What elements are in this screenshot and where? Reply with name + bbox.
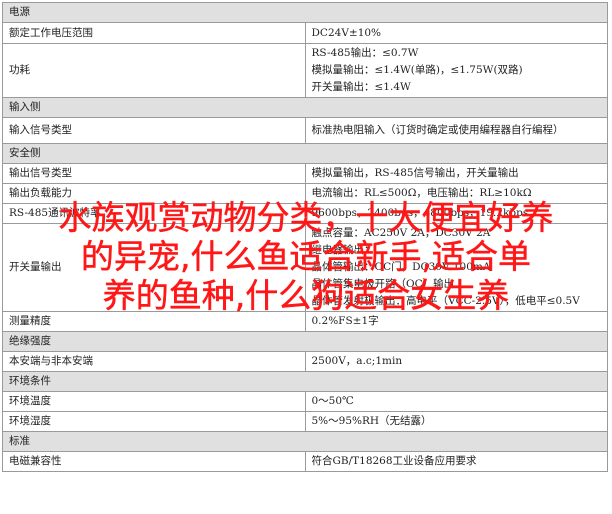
spec-label: 本安端与非本安端: [2, 351, 306, 372]
section-header: 电源: [2, 2, 608, 23]
section-title: 标准: [2, 431, 608, 452]
spec-value: 2500V，a.c;1min: [304, 351, 608, 372]
spec-label: 开关量输出: [2, 223, 306, 312]
section-title: 安全侧: [2, 143, 608, 164]
section-header: 标准: [2, 431, 608, 452]
spec-value-line: RS-485输出：≤0.7W: [311, 47, 419, 59]
spec-label: 功耗: [2, 43, 306, 98]
spec-label: 输入信号类型: [2, 117, 306, 144]
spec-row: 输入信号类型 标准热电阻输入（订货时确定或使用编程器自行编程）: [2, 117, 608, 144]
spec-label: RS-485通讯波特率: [2, 203, 306, 224]
spec-label: 环境湿度: [2, 411, 306, 432]
section-header: 输入侧: [2, 97, 608, 118]
spec-value-line: 晶体管发射极输出：高电平（VCC-2.5V），低电平≤0.5V: [311, 295, 580, 307]
spec-row: 功耗 RS-485输出：≤0.7W 模拟量输出：≤1.4W(单路)，≤1.75W(双…: [2, 43, 608, 98]
spec-value-line: 继电器输出：: [311, 244, 375, 256]
spec-value: DC24V±10%: [304, 22, 608, 44]
spec-value: 电流输出：RL≤500Ω，电压输出：RL≥10kΩ: [304, 183, 608, 204]
spec-row: 开关量输出 触点容量：AC250V 2A，DC30V 2A 继电器输出： 晶体管输出：…: [2, 223, 608, 312]
spec-value: 模拟量输出，RS-485信号输出，开关量输出: [304, 163, 608, 184]
spec-row: RS-485通讯波特率 9600bps，2400bps，4800bps，19.2k…: [2, 203, 608, 224]
spec-value-line: 触点容量：AC250V 2A，DC30V 2A: [311, 227, 491, 239]
spec-value: 9600bps，2400bps，4800bps，19.2kbps: [304, 203, 608, 224]
spec-row: 环境温度 0～50℃: [2, 391, 608, 412]
spec-value-line: 晶体管输出：OC门，DC30V 100mA: [311, 261, 491, 273]
spec-label: 输出信号类型: [2, 163, 306, 184]
spec-value: 触点容量：AC250V 2A，DC30V 2A 继电器输出： 晶体管输出：OC门，D…: [304, 223, 608, 312]
section-title: 环境条件: [2, 371, 608, 392]
spec-value: 0～50℃: [304, 391, 608, 412]
section-title: 输入侧: [2, 97, 608, 118]
section-title: 绝缘强度: [2, 331, 608, 352]
section-header: 绝缘强度: [2, 331, 608, 352]
spec-row: 电磁兼容性 符合GB/T18268工业设备应用要求: [2, 451, 608, 472]
spec-value-line: 晶体管集电极开路（OC）输出: [311, 278, 455, 290]
spec-row: 环境湿度 5%～95%RH（无结露）: [2, 411, 608, 432]
spec-row: 测量精度 0.2%FS±1字: [2, 311, 608, 332]
spec-value-line: 模拟量输出：≤1.4W(单路)，≤1.75W(双路): [311, 64, 523, 76]
spec-table: 电源 额定工作电压范围 DC24V±10% 功耗 RS-485输出：≤0.7W 模拟量输出…: [2, 2, 608, 472]
section-header: 环境条件: [2, 371, 608, 392]
section-title: 电源: [2, 2, 608, 23]
spec-label: 环境温度: [2, 391, 306, 412]
spec-row: 本安端与非本安端 2500V，a.c;1min: [2, 351, 608, 372]
spec-value: RS-485输出：≤0.7W 模拟量输出：≤1.4W(单路)，≤1.75W(双路)…: [304, 43, 608, 98]
spec-value: 5%～95%RH（无结露）: [304, 411, 608, 432]
spec-label: 测量精度: [2, 311, 306, 332]
spec-value: 标准热电阻输入（订货时确定或使用编程器自行编程）: [304, 117, 608, 144]
spec-label: 额定工作电压范围: [2, 22, 306, 44]
spec-row: 额定工作电压范围 DC24V±10%: [2, 22, 608, 44]
spec-row: 输出信号类型 模拟量输出，RS-485信号输出，开关量输出: [2, 163, 608, 184]
spec-row: 输出负载能力 电流输出：RL≤500Ω，电压输出：RL≥10kΩ: [2, 183, 608, 204]
spec-label: 输出负载能力: [2, 183, 306, 204]
spec-value: 符合GB/T18268工业设备应用要求: [304, 451, 608, 472]
spec-value-line: 开关量输出：≤1.4W: [311, 81, 411, 93]
spec-label: 电磁兼容性: [2, 451, 306, 472]
section-header: 安全侧: [2, 143, 608, 164]
spec-value: 0.2%FS±1字: [304, 311, 608, 332]
